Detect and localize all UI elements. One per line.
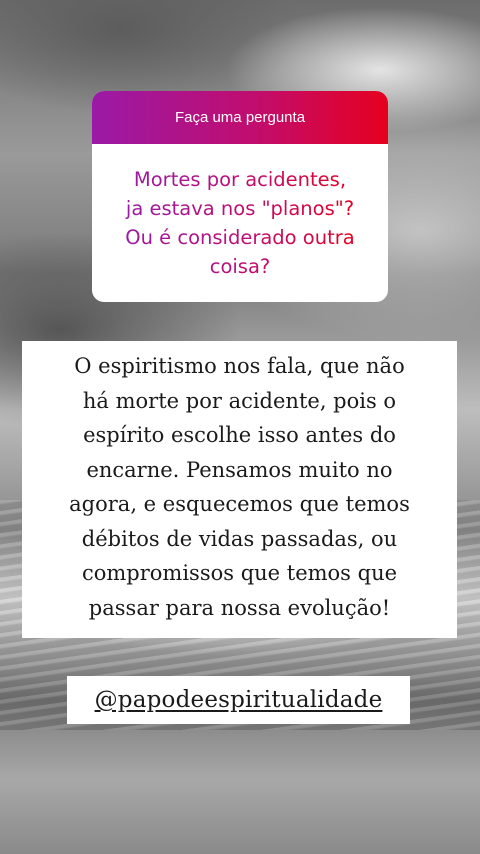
answer-text: O espiritismo nos fala, que não há morte… [69, 354, 410, 620]
question-sticker-header: Faça uma pergunta [92, 91, 388, 144]
beach-sand [0, 730, 480, 854]
account-handle-box[interactable]: @papodeespiritualidade [67, 676, 410, 724]
question-text: Mortes por acidentes, ja estava nos "pla… [125, 165, 354, 281]
question-sticker[interactable]: Faça uma pergunta Mortes por acidentes, … [92, 91, 388, 302]
question-sticker-body: Mortes por acidentes, ja estava nos "pla… [92, 144, 388, 302]
account-handle-link[interactable]: @papodeespiritualidade [95, 687, 383, 713]
answer-text-box: O espiritismo nos fala, que não há morte… [22, 341, 457, 638]
question-sticker-header-label: Faça uma pergunta [174, 109, 306, 126]
